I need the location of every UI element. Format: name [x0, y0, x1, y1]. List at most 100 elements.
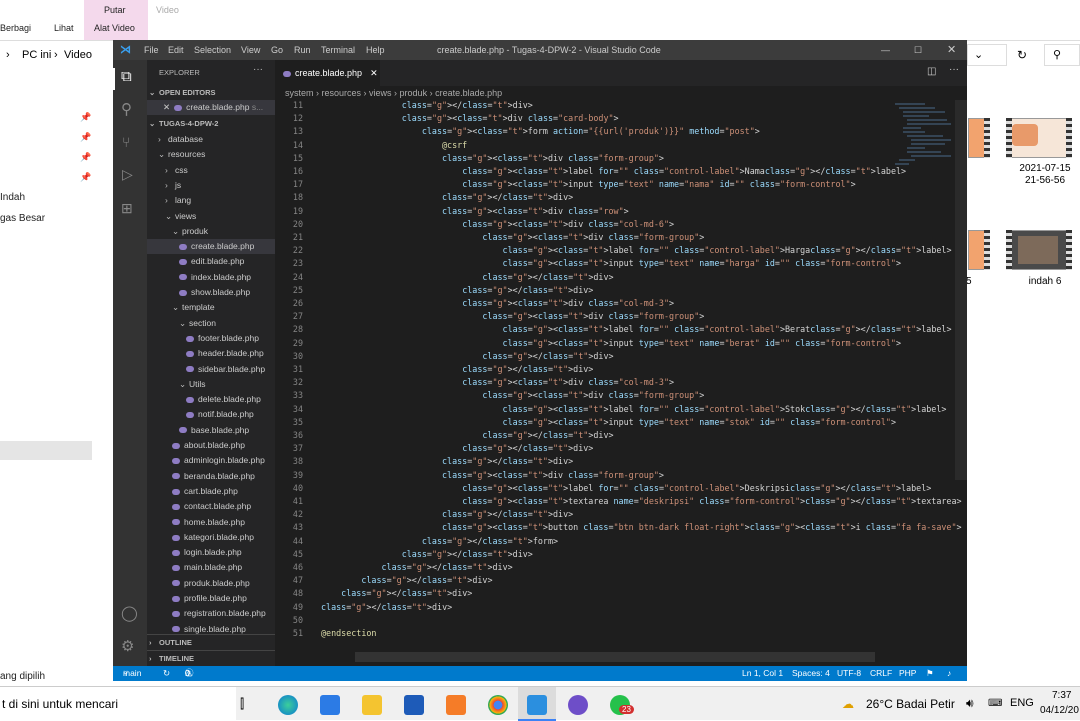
taskbar-search[interactable]: t di sini untuk mencari	[0, 687, 236, 721]
code-line[interactable]: class="g"><class="t">input type="text" n…	[321, 417, 896, 427]
address-folder[interactable]: Video	[64, 44, 92, 66]
tree-file-item[interactable]: beranda.blade.php	[147, 469, 275, 484]
tree-folder-item[interactable]: › database	[147, 132, 275, 147]
menu-run[interactable]: Run	[294, 40, 311, 60]
code-line[interactable]: class="g"><class="t">label for="" class=…	[321, 245, 952, 255]
tree-file-item[interactable]: home.blade.php	[147, 515, 275, 530]
code-line[interactable]: class="g"></class="t">div>	[321, 549, 533, 559]
ribbon-tab-play[interactable]: Putar	[104, 0, 126, 20]
tree-file-item[interactable]: adminlogin.blade.php	[147, 453, 275, 468]
explorer-icon[interactable]: ⧉	[121, 68, 132, 85]
nav-item[interactable]: gas Besar	[0, 213, 45, 224]
more-actions-icon[interactable]: ···	[253, 64, 263, 75]
extensions-icon[interactable]: ⊞	[121, 200, 133, 217]
code-line[interactable]: class="g"><class="t">button class="btn b…	[321, 522, 967, 532]
code-line[interactable]: class="g"></class="t">div>	[321, 285, 593, 295]
tree-file-item[interactable]: sidebar.blade.php	[147, 362, 275, 377]
minimize-icon[interactable]: —	[881, 40, 890, 60]
tree-file-item[interactable]: kategori.blade.php	[147, 530, 275, 545]
nav-item-selected[interactable]	[0, 441, 92, 460]
code-line[interactable]: class="g"></class="t">div>	[321, 509, 573, 519]
open-editor-item[interactable]: ✕ create.blade.php s...	[147, 100, 275, 115]
code-line[interactable]: class="g"><class="t">div class="form-gro…	[321, 232, 704, 242]
language-mode[interactable]: PHP	[899, 666, 916, 681]
timeline-header[interactable]: › TIMELINE	[147, 650, 275, 665]
code-line[interactable]: @endsection	[321, 628, 376, 638]
close-icon[interactable]: ✕	[947, 40, 956, 60]
code-line[interactable]: class="g"><class="t">div class="row">	[321, 206, 629, 216]
menu-file[interactable]: File	[144, 40, 159, 60]
keyboard-icon[interactable]: ⌨	[988, 698, 1002, 709]
code-line[interactable]: class="g"></class="t">div>	[321, 100, 533, 110]
code-line[interactable]: class="g"></class="t">div>	[321, 562, 513, 572]
code-line[interactable]: class="g"><class="t">div class="col-md-3…	[321, 298, 674, 308]
tree-file-item[interactable]: main.blade.php	[147, 560, 275, 575]
tree-file-item[interactable]: create.blade.php	[147, 239, 275, 255]
code-line[interactable]: class="g"><class="t">textarea name="desk…	[321, 496, 961, 506]
code-line[interactable]: class="g"></class="t">div>	[321, 364, 593, 374]
tree-file-item[interactable]: cart.blade.php	[147, 484, 275, 499]
code-line[interactable]: class="g"></class="t">div>	[321, 575, 492, 585]
close-icon[interactable]: ✕	[163, 102, 170, 112]
tree-file-item[interactable]: produk.blade.php	[147, 576, 275, 591]
menu-edit[interactable]: Edit	[168, 40, 184, 60]
menu-view[interactable]: View	[241, 40, 260, 60]
tree-file-item[interactable]: registration.blade.php	[147, 606, 275, 621]
tree-folder-item[interactable]: › lang	[147, 193, 275, 208]
tree-file-item[interactable]: about.blade.php	[147, 438, 275, 453]
code-line[interactable]: class="g"><class="t">div class="card-bod…	[321, 113, 619, 123]
code-line[interactable]: class="g"><class="t">div class="col-md-3…	[321, 377, 674, 387]
nav-item[interactable]: Indah	[0, 192, 25, 203]
source-control-icon[interactable]: ⑂	[122, 134, 130, 150]
tree-file-item[interactable]: profile.blade.php	[147, 591, 275, 606]
minimap[interactable]	[885, 100, 955, 190]
tree-file-item[interactable]: delete.blade.php	[147, 392, 275, 407]
ribbon-tab-video-tools[interactable]: Alat Video	[94, 18, 135, 38]
weather-text[interactable]: 26°C Badai Petir	[866, 697, 955, 711]
tree-folder-item[interactable]: ⌄ Utils	[147, 377, 275, 392]
code-editor[interactable]: 11 class="g"></class="t">div> 12 class="g…	[275, 100, 967, 660]
code-line[interactable]: class="g"><class="t">div class="form-gro…	[321, 311, 704, 321]
tree-file-item[interactable]: login.blade.php	[147, 545, 275, 560]
code-line[interactable]: class="g"></class="t">div>	[321, 272, 613, 282]
xampp-icon[interactable]	[446, 695, 466, 715]
encoding[interactable]: UTF-8	[837, 666, 861, 681]
tree-file-item[interactable]: notif.blade.php	[147, 407, 275, 422]
tree-folder-item[interactable]: ⌄ produk	[147, 224, 275, 239]
tree-file-item[interactable]: base.blade.php	[147, 423, 275, 438]
github-desktop-icon[interactable]	[568, 695, 588, 715]
tab-create-blade[interactable]: create.blade.php ✕	[275, 60, 380, 86]
code-line[interactable]: class="g"></class="t">div>	[321, 602, 452, 612]
menu-selection[interactable]: Selection	[194, 40, 231, 60]
ribbon-tab-share[interactable]: Berbagi	[0, 18, 31, 38]
word-icon[interactable]	[404, 695, 424, 715]
tree-file-item[interactable]: header.blade.php	[147, 346, 275, 361]
project-header[interactable]: ⌄ TUGAS-4-DPW-2	[147, 116, 275, 131]
code-line[interactable]: class="g"></class="t">div>	[321, 351, 613, 361]
more-actions-icon[interactable]: ···	[949, 64, 959, 75]
code-line[interactable]: class="g"><class="t">div class="col-md-6…	[321, 219, 674, 229]
code-line[interactable]: class="g"><class="t">input type="text" n…	[321, 338, 901, 348]
code-line[interactable]: class="g"><class="t">label for="" class=…	[321, 483, 931, 493]
sync-icon[interactable]: ↻	[163, 666, 170, 681]
speaker-icon[interactable]: 🔊︎	[966, 696, 974, 711]
code-line[interactable]: class="g"></class="t">div>	[321, 588, 472, 598]
menu-terminal[interactable]: Terminal	[321, 40, 355, 60]
address-dropdown-icon[interactable]: ⌄	[967, 44, 1007, 66]
line-ending[interactable]: CRLF	[870, 666, 892, 681]
breadcrumb-item[interactable]: views	[369, 88, 392, 98]
code-line[interactable]: class="g"><class="t">label for="" class=…	[321, 166, 906, 176]
code-line[interactable]: class="g"></class="t">div>	[321, 192, 573, 202]
code-line[interactable]: class="g"><class="t">input type="text" n…	[321, 258, 901, 268]
tree-file-item[interactable]: footer.blade.php	[147, 331, 275, 346]
code-line[interactable]: @csrf	[321, 140, 467, 150]
search-icon[interactable]: ⚲	[121, 100, 132, 118]
tree-folder-item[interactable]: › css	[147, 163, 275, 178]
tree-folder-item[interactable]: ⌄ template	[147, 300, 275, 315]
mail-icon[interactable]	[320, 695, 340, 715]
edge-icon[interactable]	[278, 695, 298, 715]
breadcrumb-item[interactable]: system	[285, 88, 314, 98]
task-view-icon[interactable]: ⫿	[240, 696, 244, 712]
menu-help[interactable]: Help	[366, 40, 385, 60]
notifications-bell-icon[interactable]: ♪	[947, 666, 951, 681]
